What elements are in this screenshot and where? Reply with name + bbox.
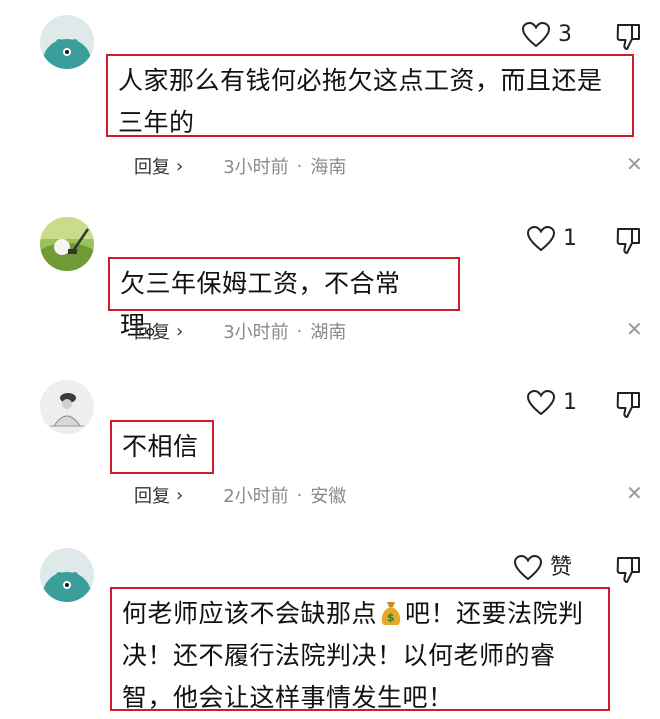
comment-text-part-1: 何老师应该不会缺那点	[122, 599, 378, 628]
comment-4: 赞 何老师应该不会缺那点 $ 吧！还要法院判决！还不履行法院判决！以何老师的睿智…	[0, 0, 660, 716]
dislike-button[interactable]	[615, 555, 643, 589]
avatar[interactable]	[40, 548, 94, 602]
comment-text-highlight: 何老师应该不会缺那点 $ 吧！还要法院判决！还不履行法院判决！以何老师的睿智，他…	[110, 587, 610, 712]
like-button[interactable]: 赞	[514, 555, 572, 581]
teal-monster-avatar-icon	[40, 548, 94, 602]
thumbs-down-icon	[616, 557, 640, 583]
heart-icon	[514, 555, 542, 581]
money-bag-icon: $	[381, 602, 401, 625]
svg-text:$: $	[387, 611, 395, 624]
like-label: 赞	[550, 555, 573, 580]
